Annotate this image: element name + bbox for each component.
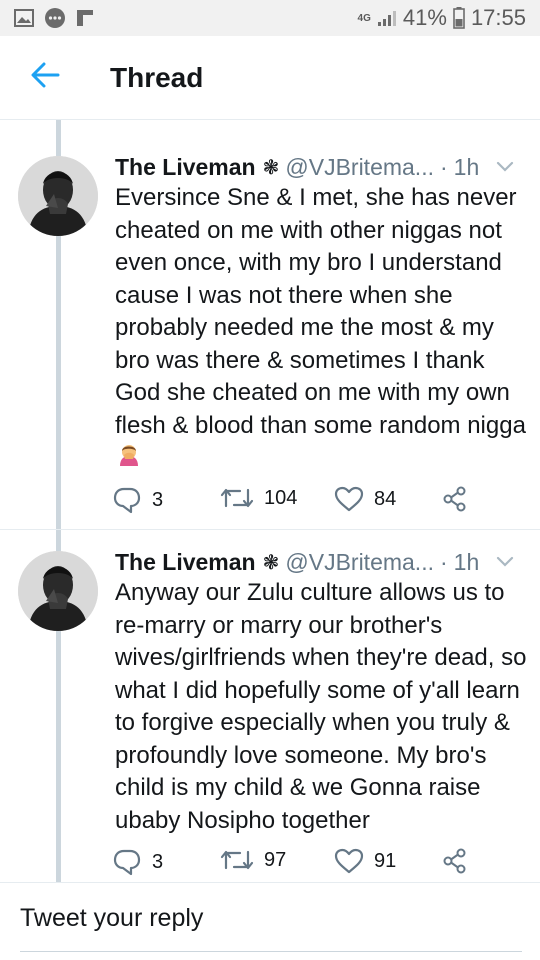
avatar[interactable] bbox=[18, 551, 98, 631]
tweet-body: Anyway our Zulu culture allows us to re-… bbox=[115, 579, 527, 834]
avatar[interactable] bbox=[18, 156, 98, 236]
battery-icon bbox=[453, 7, 465, 29]
tweet-timestamp: 1h bbox=[453, 548, 480, 575]
separator-dot: · bbox=[439, 153, 448, 180]
tweet-body: Eversince Sne & I met, she has never che… bbox=[115, 184, 526, 439]
separator-dot: · bbox=[439, 548, 448, 575]
tweet-timestamp: 1h bbox=[453, 153, 480, 180]
retweet-count: 97 bbox=[264, 848, 287, 871]
gallery-icon bbox=[14, 9, 34, 27]
chevron-down-icon[interactable] bbox=[496, 556, 514, 568]
like-count: 84 bbox=[374, 487, 397, 510]
page-title: Thread bbox=[110, 61, 204, 93]
retweet-button[interactable]: 104 bbox=[220, 486, 297, 510]
heart-icon bbox=[334, 848, 364, 874]
back-button[interactable] bbox=[0, 36, 90, 120]
share-button[interactable] bbox=[442, 486, 468, 512]
tweet-actions: 3 97 91 bbox=[112, 848, 512, 884]
reply-icon bbox=[113, 487, 141, 514]
status-time: 17:55 bbox=[470, 5, 526, 30]
like-count: 91 bbox=[374, 849, 397, 872]
display-name[interactable]: The Liveman bbox=[115, 549, 256, 576]
heart-icon bbox=[334, 486, 364, 512]
network-type: 4G bbox=[357, 12, 371, 24]
flower-badge-icon: ❃ bbox=[262, 156, 280, 179]
chat-bubble-icon bbox=[44, 7, 66, 29]
battery-percent: 41% bbox=[402, 5, 447, 30]
like-button[interactable]: 91 bbox=[334, 848, 396, 874]
tweet-text: Eversince Sne & I met, she has never che… bbox=[115, 182, 530, 477]
like-button[interactable]: 84 bbox=[334, 486, 396, 512]
tweet[interactable]: The Liveman ❃ @VJBritema... · 1h Eversin… bbox=[0, 120, 540, 530]
flower-badge-icon: ❃ bbox=[262, 551, 280, 574]
share-icon bbox=[443, 486, 466, 512]
retweet-icon bbox=[220, 488, 254, 508]
display-name[interactable]: The Liveman bbox=[115, 154, 256, 181]
reply-input[interactable]: Tweet your reply bbox=[20, 904, 522, 952]
username-handle[interactable]: @VJBritema... bbox=[285, 154, 434, 181]
facepalm-emoji-icon bbox=[117, 443, 141, 477]
signal-icon bbox=[377, 9, 397, 27]
retweet-icon bbox=[220, 850, 254, 870]
reply-count: 3 bbox=[152, 488, 164, 511]
chevron-down-icon[interactable] bbox=[496, 161, 514, 173]
username-handle[interactable]: @VJBritema... bbox=[285, 549, 434, 576]
tweet[interactable]: The Liveman ❃ @VJBritema... · 1h Anyway … bbox=[0, 531, 540, 883]
reply-icon bbox=[113, 849, 141, 876]
share-icon bbox=[443, 848, 466, 874]
reply-button[interactable]: 3 bbox=[112, 848, 163, 876]
share-button[interactable] bbox=[442, 848, 468, 874]
reply-placeholder: Tweet your reply bbox=[20, 904, 204, 932]
retweet-button[interactable]: 97 bbox=[220, 848, 286, 872]
reply-button[interactable]: 3 bbox=[112, 486, 163, 514]
flipboard-icon bbox=[76, 9, 94, 27]
reply-count: 3 bbox=[152, 850, 164, 873]
tweet-text: Anyway our Zulu culture allows us to re-… bbox=[115, 577, 530, 837]
tweet-actions: 3 104 84 bbox=[112, 486, 512, 522]
status-bar: 4G 41% 17:55 bbox=[0, 0, 540, 36]
thread-header: Thread bbox=[0, 36, 540, 120]
arrow-left-icon bbox=[30, 62, 60, 93]
retweet-count: 104 bbox=[264, 486, 298, 509]
